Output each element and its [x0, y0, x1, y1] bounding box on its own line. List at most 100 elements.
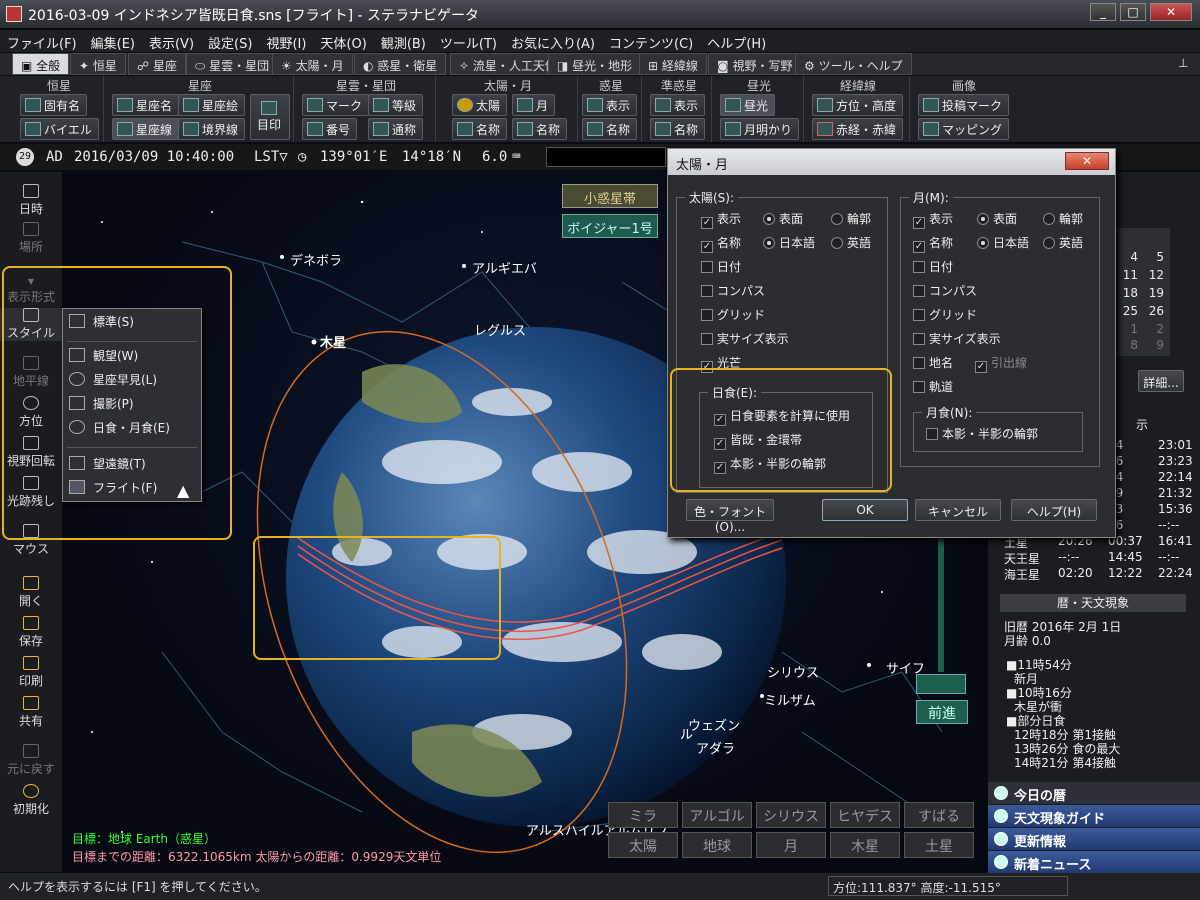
share-button[interactable]: 共有: [0, 696, 62, 729]
print-button[interactable]: 印刷: [0, 656, 62, 689]
neb-num-button[interactable]: 番号: [302, 118, 358, 140]
sun-date-checkbox[interactable]: 日付: [701, 258, 741, 275]
mapping-button[interactable]: マッピング: [918, 118, 1010, 140]
datetime-button[interactable]: 日時: [0, 184, 62, 217]
neb-mark-button[interactable]: マーク: [302, 94, 370, 116]
quick-mira[interactable]: ミラ: [608, 802, 678, 828]
open-button[interactable]: 開く: [0, 576, 62, 609]
zoom-field[interactable]: 6.0: [482, 149, 507, 165]
style-eclipse[interactable]: 日食・月食(E): [67, 419, 199, 441]
cancel-button[interactable]: キャンセル: [915, 499, 1001, 521]
place-button[interactable]: 場所: [0, 222, 62, 255]
datetime-field[interactable]: 2016/03/09 10:40:00: [74, 149, 234, 165]
label-ru[interactable]: ル: [680, 724, 693, 743]
tab-planets[interactable]: ◐ 惑星・衛星: [354, 53, 447, 75]
style-planisphere[interactable]: 星座早見(L): [67, 371, 199, 393]
label-denebola[interactable]: デネボラ: [290, 250, 342, 269]
cal-day[interactable]: 11: [1118, 268, 1138, 282]
style-standard[interactable]: 標準(S): [67, 313, 199, 335]
sun-surface-radio[interactable]: 表面: [763, 210, 803, 227]
cal-day[interactable]: 2: [1144, 322, 1164, 336]
nav-news[interactable]: 新着ニュース: [988, 851, 1200, 873]
cal-day[interactable]: 5: [1144, 250, 1164, 264]
tab-daylight[interactable]: ◨ 昼光・地形: [548, 53, 642, 75]
neb-common-button[interactable]: 通称: [368, 118, 424, 140]
cal-day[interactable]: 26: [1144, 304, 1164, 318]
moon-show-checkbox[interactable]: ✓ 表示: [913, 210, 953, 229]
asteroid-belt-button[interactable]: 小惑星帯: [562, 184, 658, 208]
tab-constellations[interactable]: ☍ 星座: [128, 53, 186, 75]
label-algieba[interactable]: アルギエバ: [472, 258, 537, 277]
longitude-field[interactable]: 139°01′E: [320, 149, 387, 165]
reset-button[interactable]: 初期化: [0, 784, 62, 817]
menu-observe[interactable]: 観測(B): [374, 30, 433, 52]
nav-today-almanac[interactable]: 今日の暦: [988, 782, 1200, 804]
menu-object[interactable]: 天体(O): [313, 30, 373, 52]
dwarf-name-button[interactable]: 名称: [650, 118, 706, 140]
pin-icon[interactable]: ⊥: [1178, 56, 1188, 70]
moon-orbit-checkbox[interactable]: 軌道: [913, 378, 953, 395]
ok-button[interactable]: OK: [822, 499, 908, 521]
label-mirzam[interactable]: ミルザム: [764, 690, 816, 709]
menu-favorites[interactable]: お気に入り(A): [504, 30, 602, 52]
menu-field[interactable]: 視野(I): [259, 30, 313, 52]
label-sirius[interactable]: シリウス: [767, 662, 819, 681]
sun-name-checkbox[interactable]: ✓ 名称: [701, 234, 741, 253]
moon-ring-radio[interactable]: 輪郭: [1043, 210, 1083, 227]
dwarf-show-button[interactable]: 表示: [650, 94, 706, 116]
sun-compass-checkbox[interactable]: コンパス: [701, 282, 765, 299]
const-name-button[interactable]: 星座名: [112, 94, 180, 116]
nav-astro-guide[interactable]: 天文現象ガイド: [988, 805, 1200, 827]
now-icon[interactable]: ◷: [298, 149, 306, 165]
tab-sun-moon[interactable]: ☀ 太陽・月: [272, 53, 353, 75]
cal-day[interactable]: 1: [1118, 322, 1138, 336]
sun-japanese-radio[interactable]: 日本語: [763, 234, 815, 251]
sun-grid-checkbox[interactable]: グリッド: [701, 306, 765, 323]
const-line-button[interactable]: 星座線: [112, 118, 180, 140]
label-jupiter[interactable]: 木星: [320, 332, 346, 351]
quick-sun[interactable]: 太陽: [608, 832, 678, 858]
keyboard-icon[interactable]: ⌨: [512, 149, 520, 165]
style-observe[interactable]: 観望(W): [67, 347, 199, 369]
sun-ring-radio[interactable]: 輪郭: [831, 210, 871, 227]
style-telescope[interactable]: 望遠鏡(T): [67, 455, 199, 477]
search-input[interactable]: [546, 147, 666, 167]
quick-saturn[interactable]: 土星: [904, 832, 974, 858]
detail-button[interactable]: 詳細...: [1138, 370, 1184, 392]
projmark-button[interactable]: 投稿マーク: [918, 94, 1010, 116]
moon-compass-checkbox[interactable]: コンパス: [913, 282, 977, 299]
radec-button[interactable]: 赤経・赤緯: [812, 118, 904, 140]
sun-show-checkbox[interactable]: ✓ 表示: [701, 210, 741, 229]
moon-name-button[interactable]: 名称: [512, 118, 568, 140]
moon-english-radio[interactable]: 英語: [1043, 234, 1083, 251]
quick-earth[interactable]: 地球: [682, 832, 752, 858]
quick-pleiades[interactable]: すばる: [904, 802, 974, 828]
menu-help[interactable]: ヘルプ(H): [700, 30, 773, 52]
moon-grid-checkbox[interactable]: グリッド: [913, 306, 977, 323]
marker-button[interactable]: 目印: [250, 94, 290, 140]
help-button[interactable]: ヘルプ(H): [1011, 499, 1097, 521]
moon-surface-radio[interactable]: 表面: [977, 210, 1017, 227]
menu-file[interactable]: ファイル(F): [0, 30, 84, 52]
maximize-button[interactable]: □: [1120, 3, 1146, 21]
quick-algol[interactable]: アルゴル: [682, 802, 752, 828]
cal-day[interactable]: 18: [1118, 286, 1138, 300]
latitude-field[interactable]: 14°18′N: [402, 149, 461, 165]
time-type-select[interactable]: LST▽: [254, 149, 288, 165]
sun-button[interactable]: 太陽: [452, 94, 508, 116]
close-button[interactable]: ✕: [1150, 3, 1192, 21]
cal-day[interactable]: 19: [1144, 286, 1164, 300]
menu-tools[interactable]: ツール(T): [433, 30, 504, 52]
save-button[interactable]: 保存: [0, 616, 62, 649]
cal-day[interactable]: 12: [1144, 268, 1164, 282]
daylight-button[interactable]: 昼光: [720, 94, 776, 116]
sun-name-button[interactable]: 名称: [452, 118, 508, 140]
menu-contents[interactable]: コンテンツ(C): [602, 30, 700, 52]
label-regulus[interactable]: レグルス: [474, 320, 526, 339]
quick-jupiter[interactable]: 木星: [830, 832, 900, 858]
boundary-button[interactable]: 境界線: [178, 118, 246, 140]
voyager-button[interactable]: ボイジャー1号: [562, 214, 658, 238]
sun-realsize-checkbox[interactable]: 実サイズ表示: [701, 330, 789, 347]
quick-moon[interactable]: 月: [756, 832, 826, 858]
undo-button[interactable]: 元に戻す: [0, 744, 62, 777]
